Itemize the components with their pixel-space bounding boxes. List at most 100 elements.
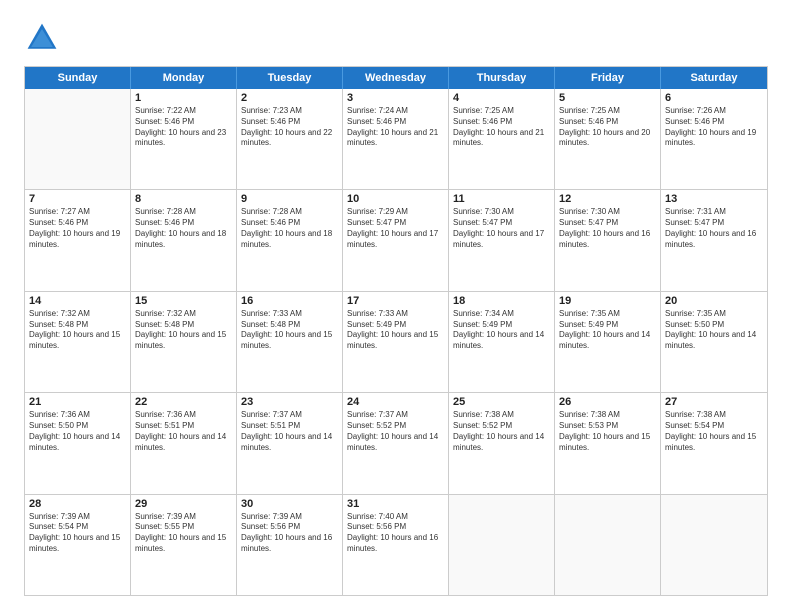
calendar-row-0: 1 Sunrise: 7:22 AM Sunset: 5:46 PM Daylig… xyxy=(25,89,767,189)
day-number: 9 xyxy=(241,193,338,205)
cell-info: Sunrise: 7:36 AM Sunset: 5:50 PM Dayligh… xyxy=(29,410,126,453)
header xyxy=(24,20,768,56)
day-number: 18 xyxy=(453,295,550,307)
cal-cell-18: 18 Sunrise: 7:34 AM Sunset: 5:49 PM Dayli… xyxy=(449,292,555,392)
cell-info: Sunrise: 7:38 AM Sunset: 5:53 PM Dayligh… xyxy=(559,410,656,453)
cell-info: Sunrise: 7:24 AM Sunset: 5:46 PM Dayligh… xyxy=(347,106,444,149)
logo-icon xyxy=(24,20,60,56)
cal-cell-3: 3 Sunrise: 7:24 AM Sunset: 5:46 PM Daylig… xyxy=(343,89,449,189)
calendar-row-4: 28 Sunrise: 7:39 AM Sunset: 5:54 PM Dayli… xyxy=(25,494,767,595)
cell-info: Sunrise: 7:34 AM Sunset: 5:49 PM Dayligh… xyxy=(453,309,550,352)
cell-info: Sunrise: 7:28 AM Sunset: 5:46 PM Dayligh… xyxy=(241,207,338,250)
cal-cell-2: 2Sunrise: 7:23 AM Sunset: 5:46 PM Daylig… xyxy=(237,89,343,189)
cell-info: Sunrise: 7:31 AM Sunset: 5:47 PM Dayligh… xyxy=(665,207,763,250)
cell-info: Sunrise: 7:22 AM Sunset: 5:46 PM Dayligh… xyxy=(135,106,232,149)
day-number: 28 xyxy=(29,498,126,510)
day-number: 29 xyxy=(135,498,232,510)
header-cell-tuesday: Tuesday xyxy=(237,67,343,89)
day-number: 19 xyxy=(559,295,656,307)
cal-cell-20: 20 Sunrise: 7:35 AM Sunset: 5:50 PM Dayli… xyxy=(661,292,767,392)
cal-cell-1: 1 Sunrise: 7:22 AM Sunset: 5:46 PM Daylig… xyxy=(131,89,237,189)
day-number: 13 xyxy=(665,193,763,205)
cell-info: Sunrise: 7:33 AM Sunset: 5:49 PM Dayligh… xyxy=(347,309,444,352)
logo xyxy=(24,20,64,56)
day-number: 16 xyxy=(241,295,338,307)
cell-info: Sunrise: 7:27 AM Sunset: 5:46 PM Dayligh… xyxy=(29,207,126,250)
cell-info: Sunrise: 7:32 AM Sunset: 5:48 PM Dayligh… xyxy=(29,309,126,352)
cell-info: Sunrise: 7:37 AM Sunset: 5:52 PM Dayligh… xyxy=(347,410,444,453)
cell-info: Sunrise: 7:39 AM Sunset: 5:55 PM Dayligh… xyxy=(135,512,232,555)
calendar: SundayMondayTuesdayWednesdayThursdayFrid… xyxy=(24,66,768,596)
cell-info: Sunrise: 7:26 AM Sunset: 5:46 PM Dayligh… xyxy=(665,106,763,149)
cal-cell-28: 28 Sunrise: 7:39 AM Sunset: 5:54 PM Dayli… xyxy=(25,495,131,595)
day-number: 2 xyxy=(241,92,338,104)
day-number: 21 xyxy=(29,396,126,408)
day-number: 10 xyxy=(347,193,444,205)
day-number: 23 xyxy=(241,396,338,408)
cell-info: Sunrise: 7:25 AM Sunset: 5:46 PM Dayligh… xyxy=(559,106,656,149)
cell-info: Sunrise: 7:35 AM Sunset: 5:50 PM Dayligh… xyxy=(665,309,763,352)
day-number: 5 xyxy=(559,92,656,104)
day-number: 12 xyxy=(559,193,656,205)
day-number: 8 xyxy=(135,193,232,205)
cal-cell-11: 11 Sunrise: 7:30 AM Sunset: 5:47 PM Dayli… xyxy=(449,190,555,290)
day-number: 3 xyxy=(347,92,444,104)
cal-cell-16: 16 Sunrise: 7:33 AM Sunset: 5:48 PM Dayli… xyxy=(237,292,343,392)
cal-cell-15: 15Sunrise: 7:32 AM Sunset: 5:48 PM Dayli… xyxy=(131,292,237,392)
header-cell-saturday: Saturday xyxy=(661,67,767,89)
page: SundayMondayTuesdayWednesdayThursdayFrid… xyxy=(0,0,792,612)
calendar-row-2: 14 Sunrise: 7:32 AM Sunset: 5:48 PM Dayli… xyxy=(25,291,767,392)
day-number: 14 xyxy=(29,295,126,307)
cell-info: Sunrise: 7:36 AM Sunset: 5:51 PM Dayligh… xyxy=(135,410,232,453)
day-number: 15 xyxy=(135,295,232,307)
cal-cell-29: 29 Sunrise: 7:39 AM Sunset: 5:55 PM Dayli… xyxy=(131,495,237,595)
cell-info: Sunrise: 7:40 AM Sunset: 5:56 PM Dayligh… xyxy=(347,512,444,555)
cal-cell-27: 27 Sunrise: 7:38 AM Sunset: 5:54 PM Dayli… xyxy=(661,393,767,493)
day-number: 20 xyxy=(665,295,763,307)
header-cell-sunday: Sunday xyxy=(25,67,131,89)
cal-cell-empty-4-5 xyxy=(555,495,661,595)
cal-cell-empty-4-4 xyxy=(449,495,555,595)
cal-cell-empty-0-0 xyxy=(25,89,131,189)
cell-info: Sunrise: 7:38 AM Sunset: 5:52 PM Dayligh… xyxy=(453,410,550,453)
cal-cell-22: 22 Sunrise: 7:36 AM Sunset: 5:51 PM Dayli… xyxy=(131,393,237,493)
cell-info: Sunrise: 7:38 AM Sunset: 5:54 PM Dayligh… xyxy=(665,410,763,453)
cell-info: Sunrise: 7:39 AM Sunset: 5:54 PM Dayligh… xyxy=(29,512,126,555)
day-number: 31 xyxy=(347,498,444,510)
calendar-header: SundayMondayTuesdayWednesdayThursdayFrid… xyxy=(25,67,767,89)
cal-cell-6: 6 Sunrise: 7:26 AM Sunset: 5:46 PM Daylig… xyxy=(661,89,767,189)
day-number: 26 xyxy=(559,396,656,408)
day-number: 22 xyxy=(135,396,232,408)
day-number: 17 xyxy=(347,295,444,307)
calendar-row-3: 21 Sunrise: 7:36 AM Sunset: 5:50 PM Dayli… xyxy=(25,392,767,493)
day-number: 1 xyxy=(135,92,232,104)
day-number: 4 xyxy=(453,92,550,104)
cal-cell-26: 26 Sunrise: 7:38 AM Sunset: 5:53 PM Dayli… xyxy=(555,393,661,493)
cal-cell-8: 8Sunrise: 7:28 AM Sunset: 5:46 PM Daylig… xyxy=(131,190,237,290)
day-number: 6 xyxy=(665,92,763,104)
cell-info: Sunrise: 7:25 AM Sunset: 5:46 PM Dayligh… xyxy=(453,106,550,149)
cell-info: Sunrise: 7:29 AM Sunset: 5:47 PM Dayligh… xyxy=(347,207,444,250)
day-number: 27 xyxy=(665,396,763,408)
day-number: 25 xyxy=(453,396,550,408)
cal-cell-30: 30Sunrise: 7:39 AM Sunset: 5:56 PM Dayli… xyxy=(237,495,343,595)
cal-cell-12: 12Sunrise: 7:30 AM Sunset: 5:47 PM Dayli… xyxy=(555,190,661,290)
cal-cell-empty-4-6 xyxy=(661,495,767,595)
calendar-body: 1 Sunrise: 7:22 AM Sunset: 5:46 PM Daylig… xyxy=(25,89,767,595)
header-cell-monday: Monday xyxy=(131,67,237,89)
cell-info: Sunrise: 7:30 AM Sunset: 5:47 PM Dayligh… xyxy=(453,207,550,250)
cal-cell-9: 9 Sunrise: 7:28 AM Sunset: 5:46 PM Daylig… xyxy=(237,190,343,290)
header-cell-friday: Friday xyxy=(555,67,661,89)
cal-cell-25: 25 Sunrise: 7:38 AM Sunset: 5:52 PM Dayli… xyxy=(449,393,555,493)
day-number: 24 xyxy=(347,396,444,408)
cal-cell-23: 23Sunrise: 7:37 AM Sunset: 5:51 PM Dayli… xyxy=(237,393,343,493)
day-number: 11 xyxy=(453,193,550,205)
cal-cell-4: 4 Sunrise: 7:25 AM Sunset: 5:46 PM Daylig… xyxy=(449,89,555,189)
cal-cell-31: 31 Sunrise: 7:40 AM Sunset: 5:56 PM Dayli… xyxy=(343,495,449,595)
header-cell-thursday: Thursday xyxy=(449,67,555,89)
cal-cell-7: 7Sunrise: 7:27 AM Sunset: 5:46 PM Daylig… xyxy=(25,190,131,290)
cell-info: Sunrise: 7:33 AM Sunset: 5:48 PM Dayligh… xyxy=(241,309,338,352)
cal-cell-17: 17 Sunrise: 7:33 AM Sunset: 5:49 PM Dayli… xyxy=(343,292,449,392)
cal-cell-19: 19Sunrise: 7:35 AM Sunset: 5:49 PM Dayli… xyxy=(555,292,661,392)
cal-cell-5: 5 Sunrise: 7:25 AM Sunset: 5:46 PM Daylig… xyxy=(555,89,661,189)
